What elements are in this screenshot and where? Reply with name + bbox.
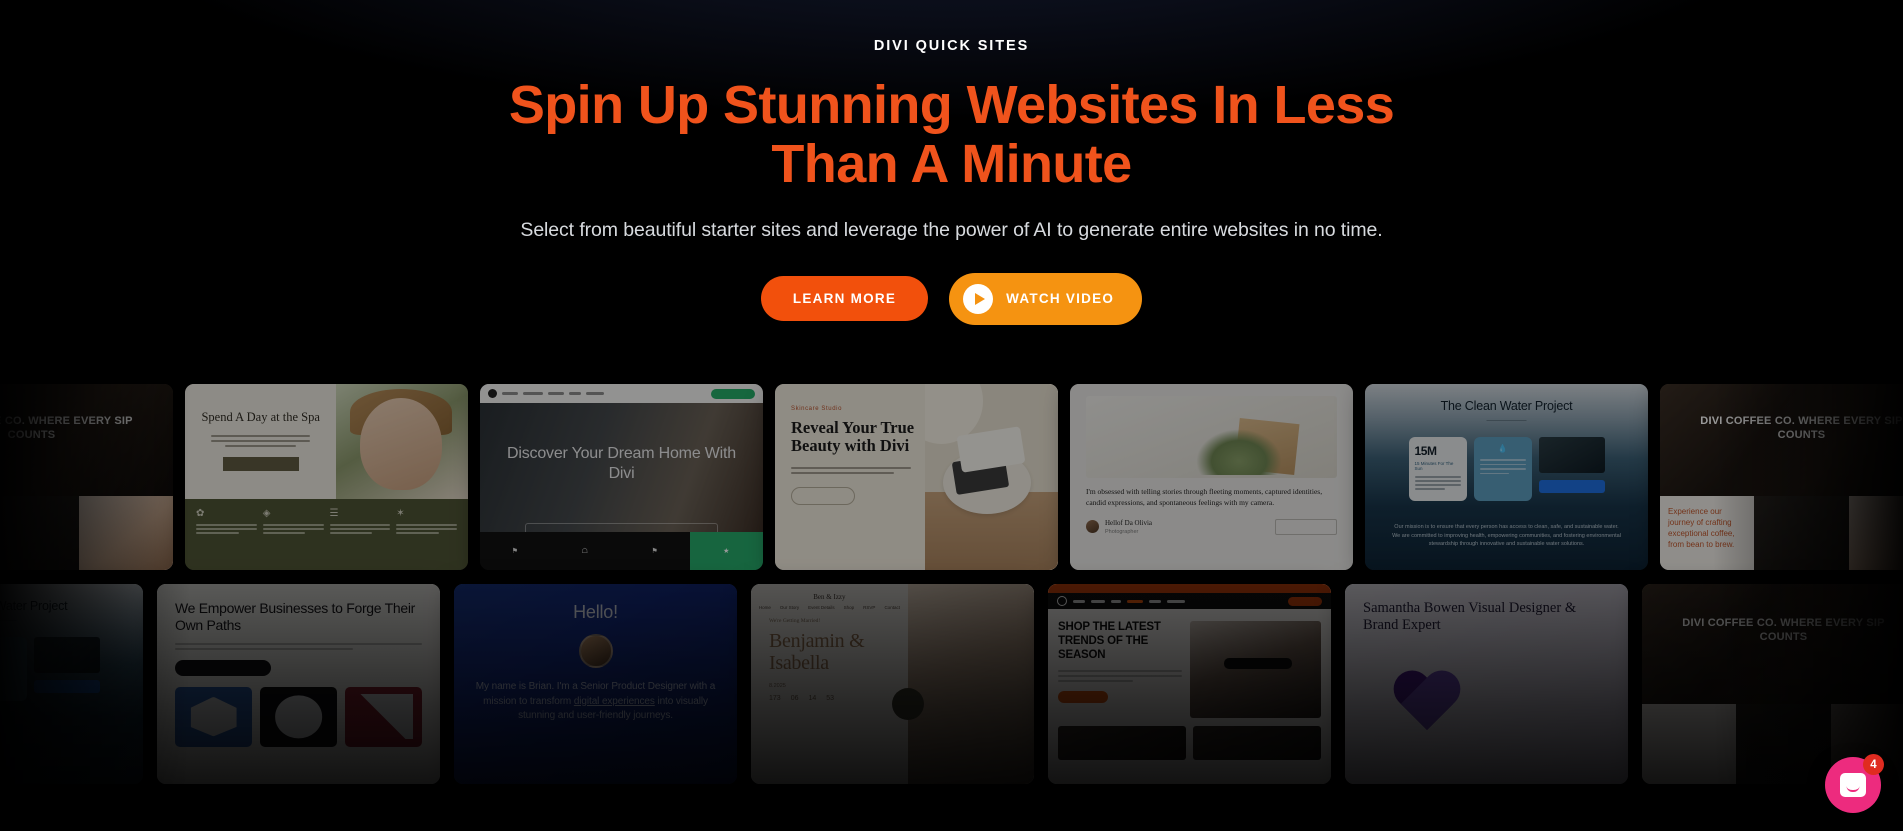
wedding-badge — [891, 688, 924, 720]
unread-badge: 4 — [1863, 754, 1884, 775]
avatar — [578, 634, 613, 668]
site-nav: Home Our Story Event Details Shop RSVP C… — [751, 605, 908, 610]
card-title: Discover Your Dream Home With Divi — [507, 444, 736, 482]
card-body: Experience our journey of crafting excep… — [1668, 506, 1735, 550]
hero-eyebrow: DIVI QUICK SITES — [873, 38, 1030, 54]
hero-subhead: Select from beautiful starter sites and … — [520, 218, 1383, 241]
shop-now-button[interactable] — [1288, 596, 1322, 606]
page-title: Spin Up Stunning Websites In Less Than A… — [0, 76, 1903, 194]
nav-item[interactable]: Our Story — [780, 605, 799, 610]
stat-label: 15 Minutes For The Sun — [1414, 461, 1454, 471]
starter-card-fashion[interactable]: SHOP THE LATEST TRENDS OF THE SEASON — [1048, 584, 1331, 784]
stat-value: 15M — [1414, 444, 1438, 458]
donate-button[interactable] — [1538, 480, 1605, 493]
avatar — [1086, 520, 1099, 534]
headline-line-2: Than A Minute — [771, 133, 1132, 194]
card-greeting: Hello! — [573, 602, 618, 622]
hero-section: DIVI QUICK SITES Spin Up Stunning Websit… — [0, 0, 1903, 325]
portfolio-button[interactable] — [1275, 518, 1337, 535]
hero-cta-row: LEARN MORE WATCH VIDEO — [0, 272, 1903, 325]
starter-card-coffee-2[interactable]: DIVI COFFEE CO. WHERE EVERY SIP COUNTS E… — [1660, 384, 1903, 570]
gallery-row-1: DIVI COFFEE CO. WHERE EVERY SIP COUNTS E… — [0, 384, 1903, 570]
nav-item[interactable]: RSVP — [863, 605, 875, 610]
card-title: DIVI COFFEE CO. WHERE EVERY SIP COUNTS — [1700, 414, 1903, 442]
card-eyebrow: Skincare Studio — [791, 406, 843, 412]
sunglasses-icon — [1224, 657, 1293, 670]
watch-video-button[interactable]: WATCH VIDEO — [949, 272, 1143, 325]
starter-card-beauty[interactable]: Skincare Studio Reveal Your True Beauty … — [775, 384, 1058, 570]
get-started-button[interactable] — [175, 659, 271, 676]
card-title: DIVI COFFEE CO. WHERE EVERY SIP COUNTS — [0, 414, 133, 442]
starter-card-designer-samantha[interactable]: Samantha Bowen Visual Designer & Brand E… — [1345, 584, 1628, 784]
card-title: The Clean Water Project — [0, 599, 68, 613]
heart-icon — [1390, 672, 1464, 740]
nav-item[interactable]: Home — [759, 605, 771, 610]
learn-more-button[interactable]: LEARN MORE — [760, 276, 929, 322]
card-title: We Empower Businesses to Forge Their Own… — [175, 600, 416, 633]
starter-card-portfolio-brian[interactable]: Hello! My name is Brian. I'm a Senior Pr… — [454, 584, 737, 784]
play-icon — [963, 283, 994, 314]
card-body: Our mission is to ensure that every pers… — [1392, 524, 1621, 548]
divi-logo-icon — [488, 389, 497, 398]
starter-card-wedding[interactable]: Ben & Izzy Home Our Story Event Details … — [751, 584, 1034, 784]
promo-banner — [1048, 584, 1331, 593]
card-quote: I'm obsessed with telling stories throug… — [1086, 487, 1323, 507]
shop-button[interactable] — [1058, 691, 1108, 704]
starter-card-photography[interactable]: I'm obsessed with telling stories throug… — [1070, 384, 1353, 570]
divi-logo-icon — [1057, 596, 1067, 606]
page-root: DIVI QUICK SITES Spin Up Stunning Websit… — [0, 0, 1903, 831]
countdown-days: 173 — [769, 694, 781, 702]
wedding-date: 8.2025 — [769, 682, 786, 689]
chat-bubble-icon — [1840, 773, 1866, 797]
card-eyebrow: We're Getting Married! — [769, 618, 821, 624]
countdown-seconds: 53 — [826, 694, 835, 702]
nav-item[interactable]: Shop — [844, 605, 855, 610]
card-title: DIVI COFFEE CO. WHERE EVERY SIP COUNTS — [1682, 617, 1885, 644]
starter-card-real-estate[interactable]: Discover Your Dream Home With Divi ⚑ ☖ ⚑… — [480, 384, 763, 570]
watch-video-label: WATCH VIDEO — [1006, 291, 1115, 307]
card-title: The Clean Water Project — [1440, 399, 1573, 413]
countdown-hours: 06 — [790, 694, 799, 702]
starter-card-coffee[interactable]: DIVI COFFEE CO. WHERE EVERY SIP COUNTS E… — [0, 384, 173, 570]
card-title: Reveal Your True Beauty with Divi — [791, 418, 915, 456]
site-logo: Ben & Izzy — [813, 593, 846, 601]
starter-card-business[interactable]: We Empower Businesses to Forge Their Own… — [157, 584, 440, 784]
messenger-launcher-button[interactable]: 4 — [1825, 754, 1884, 813]
nav-item[interactable]: Event Details — [808, 605, 835, 610]
learn-more-mini-button[interactable] — [791, 486, 855, 505]
card-title: Spend A Day at the Spa — [201, 410, 320, 424]
nav-item[interactable]: Contact — [884, 605, 900, 610]
starter-card-clean-water[interactable]: The Clean Water Project ———————— 15M 15 … — [1365, 384, 1648, 570]
author-role: Photographer — [1105, 528, 1139, 535]
gallery-row-2: The Clean Water Project —————— 15M 💧 We … — [0, 584, 1903, 784]
countdown-minutes: 14 — [808, 694, 817, 702]
card-body-link[interactable]: digital experiences — [574, 696, 655, 707]
card-title: Benjamin & Isabella — [769, 630, 865, 675]
starter-card-spa[interactable]: Spend A Day at the Spa ✿ ◈ ☰ ✶ — [185, 384, 468, 570]
card-title: SHOP THE LATEST TRENDS OF THE SEASON — [1058, 621, 1161, 661]
author-name: Hellof Da Olivia — [1105, 518, 1153, 527]
starter-card-coffee-3[interactable]: DIVI COFFEE CO. WHERE EVERY SIP COUNTS — [1642, 584, 1903, 784]
headline-line-1: Spin Up Stunning Websites In Less — [508, 75, 1395, 135]
starter-site-gallery: DIVI COFFEE CO. WHERE EVERY SIP COUNTS E… — [0, 384, 1903, 784]
starter-card-clean-water-2[interactable]: The Clean Water Project —————— 15M 💧 — [0, 584, 143, 784]
countdown: 173 06 14 53 — [769, 695, 908, 702]
card-title: Samantha Bowen Visual Designer & Brand E… — [1363, 600, 1577, 634]
